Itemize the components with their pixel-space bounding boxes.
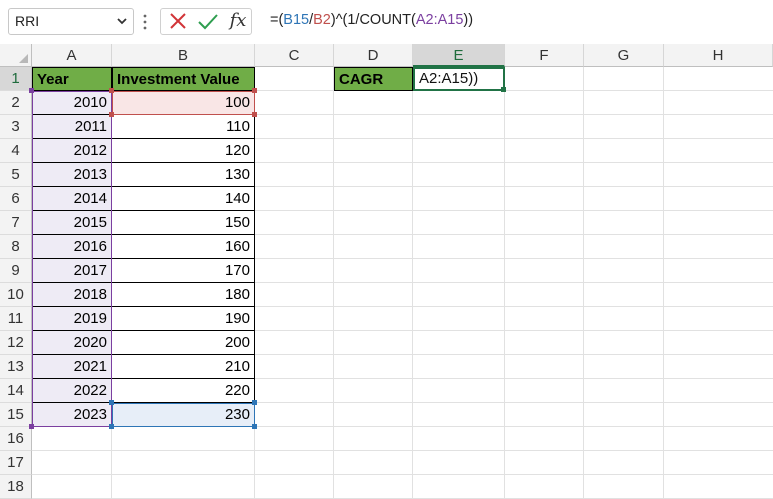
cell-year[interactable]: 2018 [32,283,112,307]
cell-year[interactable]: 2019 [32,307,112,331]
cell-investment-value[interactable]: 160 [112,235,255,259]
cell-year[interactable]: 2021 [32,355,112,379]
formula-part: B15 [283,12,310,28]
range-handle [252,400,257,405]
select-all-corner[interactable] [0,44,32,67]
formula-text: =(B15/B2)^(1/COUNT(A2:A15)) [270,12,473,28]
gridline [32,474,773,475]
cell-investment-value[interactable]: 100 [112,91,255,115]
cell-investment-value[interactable]: 140 [112,187,255,211]
range-handle [109,112,114,117]
cell-investment-value[interactable]: 220 [112,379,255,403]
name-box[interactable]: RRI [8,8,134,35]
column-header-f[interactable]: F [505,44,584,67]
cancel-icon[interactable] [165,9,191,34]
cell-investment-value[interactable]: 150 [112,211,255,235]
spreadsheet-grid[interactable]: A B C D E F G H 1 2 3 4 5 6 7 8 9 10 11 12 13 14 15 16 17 18 Year I… [0,44,773,499]
chevron-down-icon[interactable] [115,14,129,28]
column-header-b[interactable]: B [112,44,255,67]
formula-part: )) [463,12,474,28]
column-header-d[interactable]: D [334,44,413,67]
insert-function-icon[interactable]: fx [225,9,251,34]
row-header-4[interactable]: 4 [0,139,32,163]
formula-part: )^(1/COUNT( [330,12,416,28]
row-header-9[interactable]: 9 [0,259,32,283]
cell-year[interactable]: 2014 [32,187,112,211]
header-year[interactable]: Year [32,67,112,91]
cell-year[interactable]: 2010 [32,91,112,115]
more-options-icon[interactable] [142,11,148,33]
cagr-label[interactable]: CAGR [334,67,413,91]
range-handle [252,88,257,93]
formula-buttons: fx [160,8,252,35]
cell-investment-value[interactable]: 110 [112,115,255,139]
range-handle [109,88,114,93]
row-header-5[interactable]: 5 [0,163,32,187]
row-header-7[interactable]: 7 [0,211,32,235]
cell-investment-value[interactable]: 120 [112,139,255,163]
range-handle [109,400,114,405]
cagr-edit-cell[interactable]: A2:A15)) [413,67,505,91]
row-header-8[interactable]: 8 [0,235,32,259]
enter-check-icon[interactable] [195,9,221,34]
range-handle [252,112,257,117]
cell-investment-value[interactable]: 230 [112,403,255,427]
cell-investment-value[interactable]: 200 [112,331,255,355]
row-header-13[interactable]: 13 [0,355,32,379]
cell-investment-value[interactable]: 170 [112,259,255,283]
cell-year[interactable]: 2023 [32,403,112,427]
fill-handle[interactable] [501,87,506,92]
formula-part: A2:A15 [415,12,464,28]
range-handle [252,424,257,429]
row-header-15[interactable]: 15 [0,403,32,427]
cell-year[interactable]: 2012 [32,139,112,163]
column-header-c[interactable]: C [255,44,334,67]
range-handle [29,88,34,93]
column-header-h[interactable]: H [664,44,773,67]
range-handle [109,424,114,429]
row-header-18[interactable]: 18 [0,475,32,499]
column-header-g[interactable]: G [584,44,664,67]
cell-year[interactable]: 2011 [32,115,112,139]
row-header-16[interactable]: 16 [0,427,32,451]
name-box-value: RRI [15,13,40,29]
row-header-6[interactable]: 6 [0,187,32,211]
formula-part: =( [270,12,284,28]
column-header-a[interactable]: A [32,44,112,67]
formula-input[interactable]: =(B15/B2)^(1/COUNT(A2:A15)) [256,8,773,35]
cell-year[interactable]: 2020 [32,331,112,355]
row-header-17[interactable]: 17 [0,451,32,475]
cell-investment-value[interactable]: 130 [112,163,255,187]
cell-investment-value[interactable]: 180 [112,283,255,307]
row-header-3[interactable]: 3 [0,115,32,139]
formula-bar-area: RRI fx =(B15/B2)^(1/COUNT(A2:A15)) [0,0,773,44]
formula-part: B2 [313,12,331,28]
cell-investment-value[interactable]: 190 [112,307,255,331]
column-header-e[interactable]: E [413,44,505,67]
row-header-14[interactable]: 14 [0,379,32,403]
row-header-2[interactable]: 2 [0,91,32,115]
cell-investment-value[interactable]: 210 [112,355,255,379]
gridline [32,450,773,451]
cell-year[interactable]: 2013 [32,163,112,187]
cell-year[interactable]: 2022 [32,379,112,403]
cell-year[interactable]: 2015 [32,211,112,235]
row-header-1[interactable]: 1 [0,67,32,91]
header-investment-value[interactable]: Investment Value [112,67,255,91]
row-header-10[interactable]: 10 [0,283,32,307]
range-handle [29,424,34,429]
cell-year[interactable]: 2016 [32,235,112,259]
row-header-12[interactable]: 12 [0,331,32,355]
row-header-11[interactable]: 11 [0,307,32,331]
cell-year[interactable]: 2017 [32,259,112,283]
